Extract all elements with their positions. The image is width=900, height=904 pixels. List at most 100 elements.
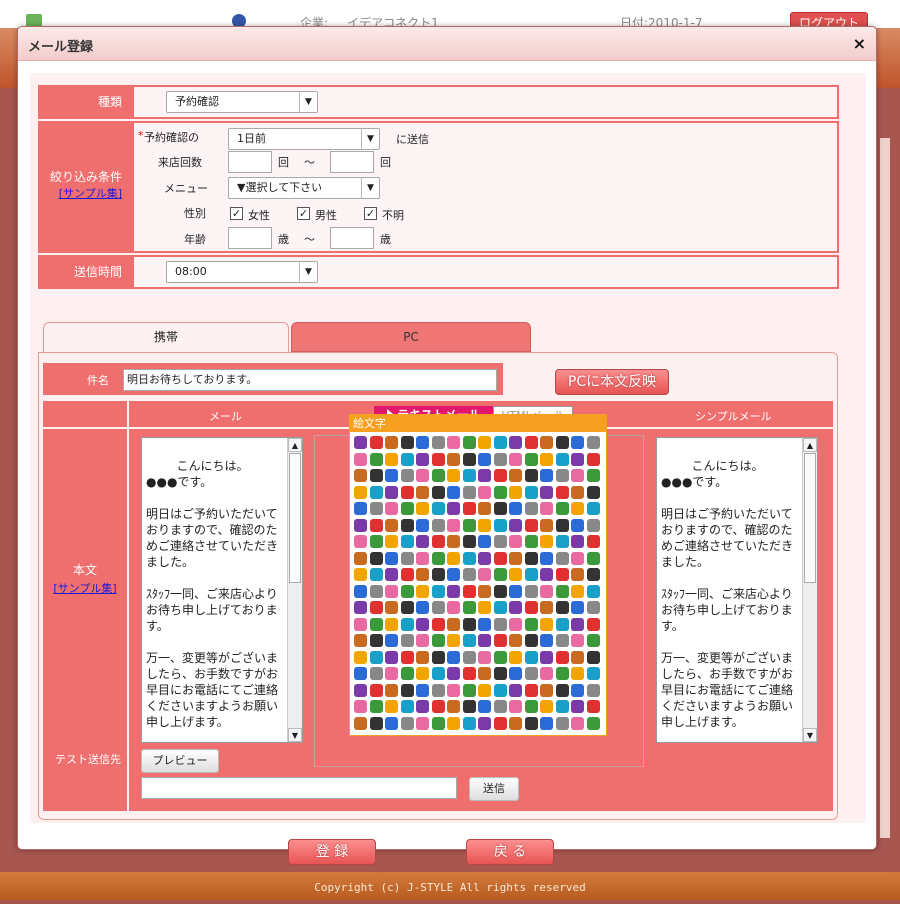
emoji-icon[interactable] [462, 700, 476, 713]
emoji-icon[interactable] [540, 667, 553, 680]
emoji-icon[interactable] [540, 469, 553, 482]
body-scrollbar[interactable]: ▲ ▼ [287, 438, 302, 742]
tab-mobile[interactable]: 携帯 [43, 322, 289, 352]
emoji-icon[interactable] [447, 584, 460, 598]
emoji-icon[interactable] [447, 469, 460, 482]
emoji-icon[interactable] [416, 716, 429, 730]
emoji-icon[interactable] [431, 667, 445, 680]
emoji-icon[interactable] [524, 650, 538, 664]
emoji-icon[interactable] [478, 683, 491, 697]
tab-pc[interactable]: PC [291, 322, 531, 352]
emoji-icon[interactable] [385, 485, 398, 499]
emoji-icon[interactable] [447, 683, 460, 697]
emoji-icon[interactable] [509, 634, 522, 647]
emoji-icon[interactable] [571, 469, 584, 482]
gender-unknown-checkbox[interactable]: ✓ [364, 207, 377, 220]
emoji-icon[interactable] [385, 518, 398, 532]
emoji-icon[interactable] [571, 535, 584, 548]
emoji-icon[interactable] [385, 716, 398, 730]
emoji-icon[interactable] [478, 535, 491, 548]
emoji-icon[interactable] [354, 568, 367, 581]
emoji-icon[interactable] [571, 485, 584, 499]
emoji-icon[interactable] [431, 452, 445, 466]
emoji-icon[interactable] [478, 584, 491, 598]
emoji-icon[interactable] [524, 716, 538, 730]
emoji-icon[interactable] [431, 683, 445, 697]
emoji-icon[interactable] [571, 436, 584, 449]
emoji-icon[interactable] [400, 485, 414, 499]
emoji-icon[interactable] [493, 436, 507, 449]
age-max-input[interactable] [330, 227, 374, 249]
emoji-icon[interactable] [509, 617, 522, 631]
emoji-icon[interactable] [462, 650, 476, 664]
emoji-icon[interactable] [431, 634, 445, 647]
emoji-icon[interactable] [478, 700, 491, 713]
emoji-icon[interactable] [571, 568, 584, 581]
send-time-select[interactable]: 08:00 ▼ [166, 261, 318, 283]
emoji-icon[interactable] [586, 601, 600, 614]
emoji-icon[interactable] [493, 551, 507, 565]
emoji-icon[interactable] [493, 650, 507, 664]
emoji-icon[interactable] [416, 683, 429, 697]
emoji-icon[interactable] [586, 535, 600, 548]
emoji-icon[interactable] [493, 683, 507, 697]
emoji-icon[interactable] [447, 551, 460, 565]
emoji-icon[interactable] [540, 584, 553, 598]
scroll-up-icon[interactable]: ▲ [288, 438, 302, 452]
emoji-icon[interactable] [385, 634, 398, 647]
emoji-icon[interactable] [555, 568, 569, 581]
emoji-icon[interactable] [416, 518, 429, 532]
emoji-icon[interactable] [447, 518, 460, 532]
emoji-icon[interactable] [571, 667, 584, 680]
menu-select[interactable]: ▼選択して下さい ▼ [228, 177, 380, 199]
emoji-icon[interactable] [354, 634, 367, 647]
emoji-icon[interactable] [586, 452, 600, 466]
emoji-icon[interactable] [354, 452, 367, 466]
emoji-icon[interactable] [416, 700, 429, 713]
emoji-icon[interactable] [540, 518, 553, 532]
scroll-down-icon[interactable]: ▼ [803, 728, 817, 742]
emoji-icon[interactable] [385, 617, 398, 631]
emoji-icon[interactable] [493, 634, 507, 647]
emoji-icon[interactable] [431, 568, 445, 581]
emoji-icon[interactable] [354, 469, 367, 482]
emoji-icon[interactable] [586, 584, 600, 598]
emoji-icon[interactable] [540, 535, 553, 548]
emoji-icon[interactable] [509, 502, 522, 515]
emoji-icon[interactable] [540, 502, 553, 515]
emoji-icon[interactable] [369, 551, 383, 565]
emoji-icon[interactable] [431, 485, 445, 499]
emoji-icon[interactable] [493, 518, 507, 532]
emoji-icon[interactable] [524, 551, 538, 565]
emoji-icon[interactable] [369, 667, 383, 680]
emoji-icon[interactable] [447, 617, 460, 631]
emoji-icon[interactable] [416, 452, 429, 466]
emoji-icon[interactable] [462, 452, 476, 466]
emoji-icon[interactable] [478, 518, 491, 532]
emoji-icon[interactable] [369, 485, 383, 499]
emoji-icon[interactable] [400, 436, 414, 449]
emoji-icon[interactable] [555, 485, 569, 499]
emoji-icon[interactable] [524, 502, 538, 515]
emoji-icon[interactable] [540, 452, 553, 466]
emoji-icon[interactable] [493, 568, 507, 581]
filter-sample-link[interactable]: [サンプル集] [59, 187, 122, 200]
emoji-icon[interactable] [571, 518, 584, 532]
emoji-icon[interactable] [571, 716, 584, 730]
emoji-icon[interactable] [431, 716, 445, 730]
emoji-icon[interactable] [385, 502, 398, 515]
emoji-icon[interactable] [385, 667, 398, 680]
emoji-icon[interactable] [586, 683, 600, 697]
emoji-icon[interactable] [447, 601, 460, 614]
emoji-icon[interactable] [462, 436, 476, 449]
emoji-icon[interactable] [369, 518, 383, 532]
scroll-down-icon[interactable]: ▼ [288, 728, 302, 742]
emoji-icon[interactable] [478, 716, 491, 730]
emoji-icon[interactable] [431, 518, 445, 532]
emoji-icon[interactable] [571, 617, 584, 631]
emoji-icon[interactable] [571, 584, 584, 598]
emoji-icon[interactable] [447, 535, 460, 548]
emoji-icon[interactable] [586, 716, 600, 730]
emoji-icon[interactable] [571, 683, 584, 697]
emoji-icon[interactable] [447, 436, 460, 449]
